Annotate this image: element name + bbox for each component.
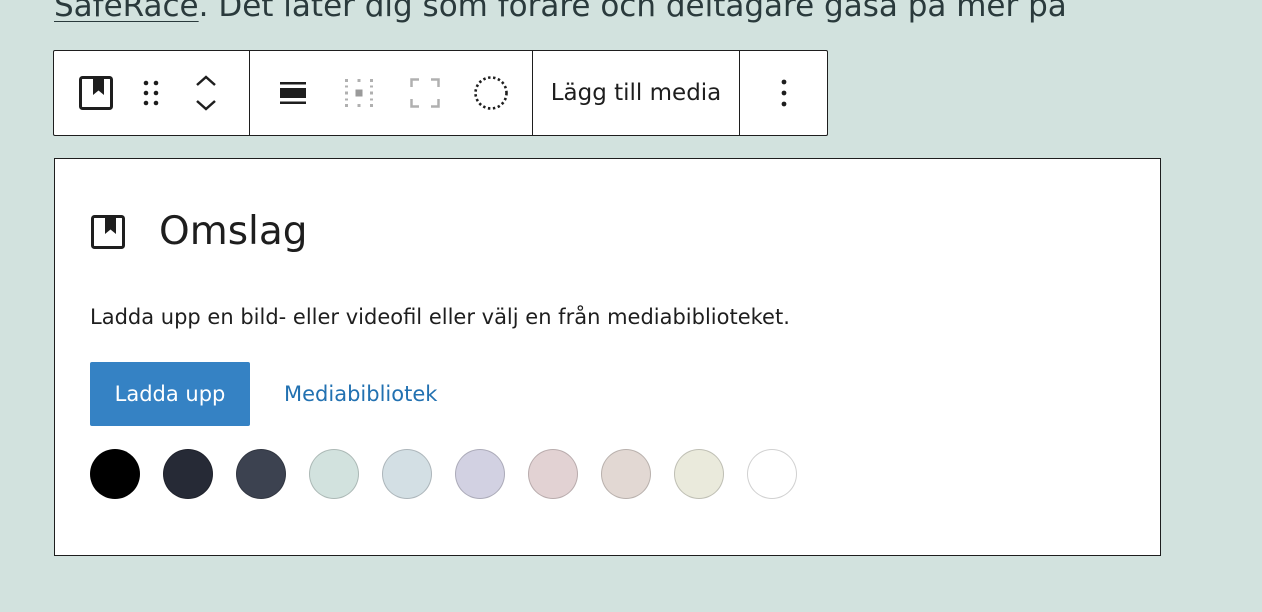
paragraph-text: SafeRace. Det låter dig som förare och d…	[54, 0, 1067, 26]
full-height-button[interactable]	[392, 51, 458, 135]
color-swatch[interactable]	[90, 449, 140, 499]
saferace-link[interactable]: SafeRace	[54, 0, 199, 24]
color-swatch[interactable]	[528, 449, 578, 499]
toolbar-group-media: Lägg till media	[533, 51, 740, 135]
color-swatch[interactable]	[382, 449, 432, 499]
toolbar-group-options	[740, 51, 827, 135]
color-swatch[interactable]	[309, 449, 359, 499]
chevron-down-icon[interactable]	[195, 99, 217, 111]
full-height-icon	[410, 78, 440, 108]
cover-block-icon	[79, 76, 113, 110]
toolbar-group-block	[54, 51, 250, 135]
more-vertical-icon	[781, 79, 786, 107]
placeholder-title: Omslag	[159, 209, 308, 254]
dotted-circle-icon	[474, 76, 508, 110]
color-swatch[interactable]	[455, 449, 505, 499]
duotone-button[interactable]	[458, 51, 524, 135]
color-swatches	[90, 449, 820, 499]
chevron-up-icon[interactable]	[195, 75, 217, 87]
placeholder-header: Omslag	[91, 209, 308, 254]
drag-handle-icon	[143, 80, 159, 106]
align-wide-icon	[280, 82, 306, 104]
color-swatch[interactable]	[674, 449, 724, 499]
add-media-button[interactable]: Lägg till media	[533, 51, 739, 135]
color-swatch[interactable]	[747, 449, 797, 499]
placeholder-instructions: Ladda upp en bild- eller videofil eller …	[90, 305, 790, 329]
align-button[interactable]	[260, 51, 326, 135]
color-swatch[interactable]	[236, 449, 286, 499]
toolbar-group-layout	[250, 51, 533, 135]
block-type-button[interactable]	[62, 51, 130, 135]
options-button[interactable]	[740, 51, 827, 135]
cover-block-icon	[91, 214, 125, 249]
move-buttons	[172, 51, 240, 135]
cover-placeholder: Omslag Ladda upp en bild- eller videofil…	[54, 158, 1161, 556]
media-library-button[interactable]: Mediabibliotek	[284, 382, 437, 406]
position-grid-icon	[345, 79, 373, 107]
placeholder-actions: Ladda upp Mediabibliotek	[90, 362, 437, 426]
block-toolbar: Lägg till media	[53, 50, 828, 136]
color-swatch[interactable]	[163, 449, 213, 499]
content-position-button[interactable]	[326, 51, 392, 135]
upload-button[interactable]: Ladda upp	[90, 362, 250, 426]
drag-handle-button[interactable]	[130, 51, 172, 135]
color-swatch[interactable]	[601, 449, 651, 499]
paragraph-rest: . Det låter dig som förare och deltagare…	[198, 0, 1067, 24]
